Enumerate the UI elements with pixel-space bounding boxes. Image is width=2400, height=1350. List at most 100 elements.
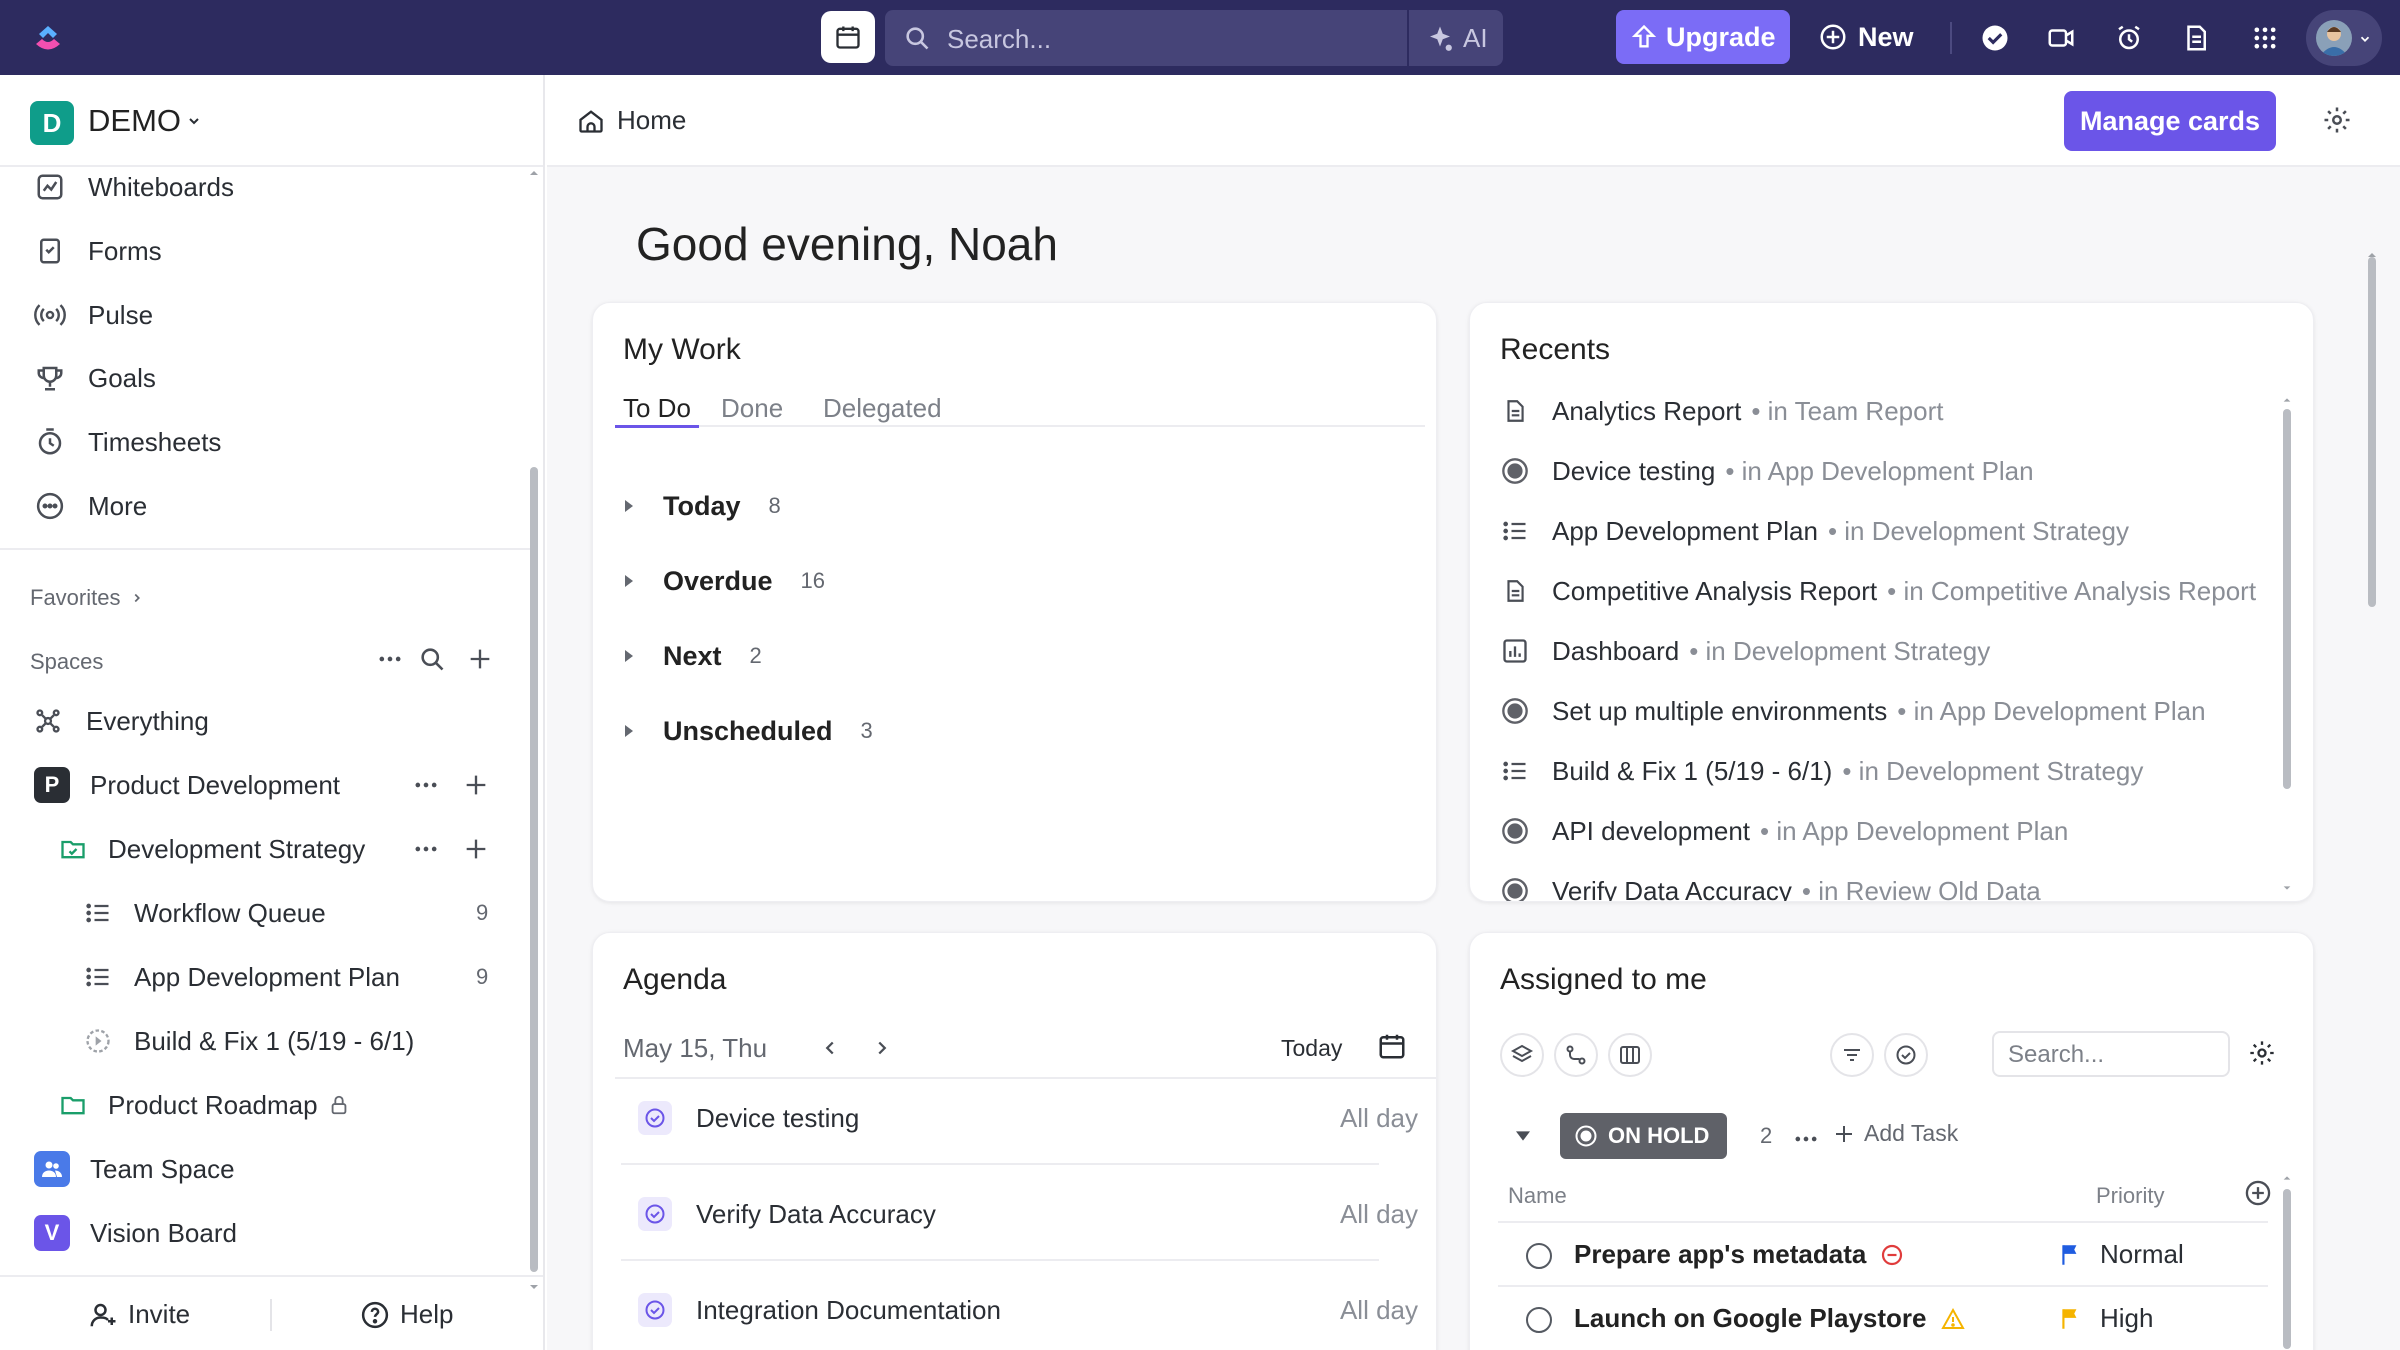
sidebar-item-pulse[interactable]: Pulse [34, 295, 153, 335]
video-icon[interactable] [2044, 21, 2078, 55]
breadcrumb-label: Home [617, 105, 687, 135]
recents-scrollbar[interactable] [2282, 395, 2292, 895]
priority-cell[interactable]: High [2058, 1303, 2153, 1334]
calendar-icon[interactable] [1377, 1031, 1407, 1061]
work-group-unscheduled[interactable]: Unscheduled 3 [623, 711, 873, 751]
scroll-down-icon[interactable] [2282, 883, 2292, 893]
invite-button[interactable]: Invite [88, 1299, 190, 1330]
priority-cell[interactable]: Normal [2058, 1239, 2184, 1270]
chevron-left-icon[interactable] [819, 1037, 841, 1059]
sidebar-item-everything[interactable]: Everything [34, 699, 209, 743]
agenda-today-button[interactable]: Today [1281, 1035, 1342, 1062]
notepad-icon[interactable] [2179, 21, 2213, 55]
recent-item[interactable]: Set up multiple environments • in App De… [1500, 691, 2206, 731]
recent-item[interactable]: Device testing • in App Development Plan [1500, 451, 2034, 491]
column-header-priority[interactable]: Priority [2096, 1183, 2164, 1209]
table-row[interactable]: Prepare app's metadata Normal [1498, 1221, 2268, 1285]
ellipsis-icon[interactable] [412, 771, 440, 799]
scroll-up-icon[interactable] [528, 167, 540, 179]
tab-done[interactable]: Done [721, 393, 783, 424]
list-workflow-queue[interactable]: Workflow Queue 9 [84, 891, 496, 935]
new-button[interactable]: New [1818, 16, 1914, 58]
sidebar-item-forms[interactable]: Forms [34, 231, 162, 271]
apps-grid-icon[interactable] [2248, 21, 2282, 55]
app-logo-icon[interactable] [30, 20, 66, 56]
tab-to-do[interactable]: To Do [623, 393, 691, 424]
list-app-development-plan[interactable]: App Development Plan 9 [84, 955, 496, 999]
group-by-button[interactable] [1500, 1033, 1544, 1077]
recent-item[interactable]: Build & Fix 1 (5/19 - 6/1) • in Developm… [1500, 751, 2143, 791]
check-circle-icon[interactable] [1978, 21, 2012, 55]
space-product-development[interactable]: P Product Development [34, 763, 524, 807]
manage-cards-button[interactable]: Manage cards [2064, 91, 2276, 151]
assigned-scrollbar[interactable] [2282, 1173, 2292, 1350]
ellipsis-icon[interactable] [412, 835, 440, 863]
subtasks-button[interactable] [1554, 1033, 1598, 1077]
add-task-button[interactable]: Add Task [1832, 1120, 1958, 1147]
recent-item[interactable]: App Development Plan • in Development St… [1500, 511, 2129, 551]
space-vision-board[interactable]: V Vision Board [34, 1211, 237, 1255]
global-search[interactable]: Search... AI [885, 10, 1503, 66]
plus-icon[interactable] [462, 835, 490, 863]
help-button[interactable]: Help [360, 1299, 453, 1330]
task-name-cell[interactable]: Prepare app's metadata [1574, 1239, 1904, 1270]
ai-button[interactable]: AI [1463, 23, 1488, 54]
work-group-next[interactable]: Next 2 [623, 636, 762, 676]
show-closed-button[interactable] [1884, 1033, 1928, 1077]
scrollbar-thumb[interactable] [2283, 1189, 2291, 1349]
work-group-today[interactable]: Today 8 [623, 486, 781, 526]
tab-delegated[interactable]: Delegated [823, 393, 942, 424]
folder-development-strategy[interactable]: Development Strategy [58, 827, 524, 871]
gear-icon[interactable] [2322, 105, 2352, 135]
task-status-circle[interactable] [1526, 1307, 1552, 1333]
sidebar-item-timesheets[interactable]: Timesheets [34, 422, 221, 462]
agenda-item[interactable]: Integration Documentation All day [638, 1290, 1418, 1330]
agenda-item[interactable]: Device testing All day [638, 1098, 1418, 1138]
search-input[interactable]: Search... [947, 24, 1051, 55]
sidebar-scrollbar[interactable] [528, 167, 540, 1297]
columns-button[interactable] [1608, 1033, 1652, 1077]
scrollbar-thumb[interactable] [530, 467, 538, 1272]
recent-item[interactable]: API development • in App Development Pla… [1500, 811, 2068, 851]
favorites-header[interactable]: Favorites [30, 585, 144, 611]
scrollbar-thumb[interactable] [2283, 409, 2291, 789]
calendar-button[interactable] [821, 11, 875, 63]
folder-product-roadmap[interactable]: Product Roadmap [58, 1083, 350, 1127]
plus-icon[interactable] [462, 771, 490, 799]
scroll-up-icon[interactable] [2282, 395, 2292, 405]
sidebar-item-whiteboards[interactable]: Whiteboards [34, 167, 234, 207]
task-name-cell[interactable]: Launch on Google Playstore [1574, 1303, 1965, 1334]
work-group-overdue[interactable]: Overdue 16 [623, 561, 825, 601]
add-column-icon[interactable] [2244, 1179, 2272, 1207]
status-group-on-hold[interactable]: ON HOLD [1560, 1113, 1728, 1159]
recent-item[interactable]: Verify Data Accuracy • in Review Old Dat… [1500, 871, 2041, 901]
recent-item[interactable]: Analytics Report • in Team Report [1500, 391, 1943, 431]
filter-button[interactable] [1830, 1033, 1874, 1077]
main-scrollbar[interactable] [2365, 167, 2379, 1350]
ellipsis-icon[interactable] [1792, 1125, 1820, 1153]
agenda-item[interactable]: Verify Data Accuracy All day [638, 1194, 1418, 1234]
column-header-name[interactable]: Name [1508, 1183, 1567, 1209]
recent-item[interactable]: Competitive Analysis Report • in Competi… [1500, 571, 2256, 611]
user-avatar-menu[interactable] [2306, 10, 2382, 66]
table-row[interactable]: Launch on Google Playstore High [1498, 1285, 2268, 1349]
task-status-circle[interactable] [1526, 1243, 1552, 1269]
spaces-search-button[interactable] [418, 645, 446, 673]
gear-icon[interactable] [2248, 1039, 2276, 1067]
recent-item[interactable]: Dashboard • in Development Strategy [1500, 631, 1990, 671]
breadcrumb[interactable]: Home [577, 105, 686, 136]
sidebar-item-more[interactable]: More [34, 486, 147, 526]
scrollbar-thumb[interactable] [2368, 257, 2376, 607]
assigned-search-input[interactable]: Search... [1992, 1031, 2230, 1077]
sidebar-item-goals[interactable]: Goals [34, 358, 156, 398]
add-space-button[interactable] [466, 645, 494, 673]
scroll-up-icon[interactable] [2282, 1173, 2292, 1183]
upgrade-button[interactable]: Upgrade [1616, 10, 1790, 64]
workspace-switcher[interactable]: D DEMO [0, 75, 543, 167]
alarm-clock-icon[interactable] [2112, 21, 2146, 55]
chevron-right-icon[interactable] [871, 1037, 893, 1059]
space-team-space[interactable]: Team Space [34, 1147, 235, 1191]
sprint-build-fix[interactable]: Build & Fix 1 (5/19 - 6/1) [84, 1019, 414, 1063]
caret-down-icon[interactable] [1514, 1129, 1532, 1143]
spaces-more-button[interactable] [376, 645, 404, 673]
